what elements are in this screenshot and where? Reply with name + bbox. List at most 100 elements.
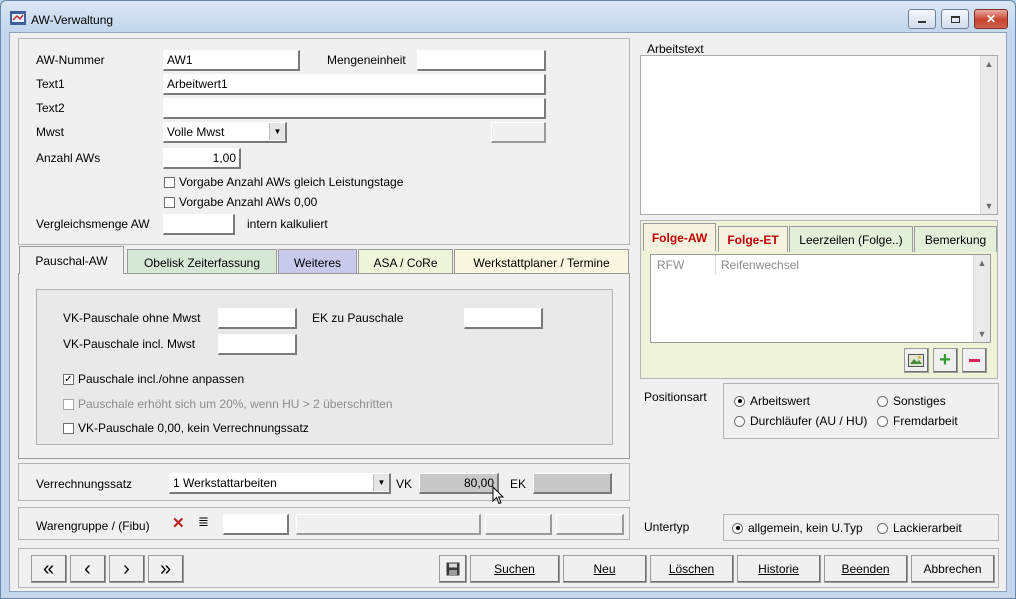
arbeitstext-scrollbar[interactable]: ▲ ▼ [980,56,997,214]
button-label: Löschen [668,561,715,576]
vk-ohne-input[interactable] [218,308,297,329]
checkbox-box[interactable]: ✓ [63,373,74,385]
radio-indicator[interactable] [877,415,888,427]
hu-checkbox: Pauschale erhöht sich um 20%, wenn HU > … [63,397,393,411]
radio-label: Sonstiges [893,394,946,408]
leistungstage-checkbox[interactable]: Vorgabe Anzahl AWs gleich Leistungstage [164,175,403,189]
abbrechen-button[interactable]: Abbrechen [911,555,995,583]
radio-indicator[interactable] [877,395,888,407]
fibu-field-2 [556,514,624,535]
tab-label: Werkstattplaner / Termine [473,255,610,270]
list-item[interactable]: RFW Reifenwechsel [651,255,971,274]
tab-leerzeilen[interactable]: Leerzeilen (Folge..) [789,226,913,252]
radio-sonstiges[interactable]: Sonstiges [877,394,946,408]
untertyp-group: allgemein, kein U.Typ Lackierarbeit [723,514,999,541]
next-record-button[interactable]: › [109,555,145,583]
folge-add-button[interactable]: + [933,348,958,373]
pauschal-group: VK-Pauschale ohne Mwst EK zu Pauschale V… [36,289,613,445]
chevron-left-icon: ‹ [84,557,91,580]
aw-nummer-input[interactable]: AW1 [163,50,300,71]
close-button[interactable]: ✕ [974,9,1008,29]
folge-panel: Folge-AW Folge-ET Leerzeilen (Folge..) B… [640,220,998,379]
tab-pauschal-aw[interactable]: Pauschal-AW [19,246,124,274]
anzahl-input[interactable]: 1,00 [163,148,241,169]
radio-lackierarbeit[interactable]: Lackierarbeit [877,521,962,535]
vk-null-checkbox[interactable]: VK-Pauschale 0,00, kein Verrechnungssatz [63,421,309,435]
scroll-up-icon[interactable]: ▲ [981,56,997,72]
vk-value-field: 80,00 [419,473,499,494]
radio-label: Fremdarbeit [893,414,958,428]
radio-indicator[interactable] [734,415,745,427]
folge-list[interactable]: RFW Reifenwechsel ▲ ▼ [650,254,991,343]
leistungstage-label: Vorgabe Anzahl AWs gleich Leistungstage [179,175,404,189]
verrechnung-panel: Verrechnungssatz 1 Werkstattarbeiten ▼ V… [18,463,630,505]
maximize-button[interactable] [941,9,969,29]
radio-fremdarbeit[interactable]: Fremdarbeit [877,414,958,428]
scroll-down-icon[interactable]: ▼ [974,326,990,342]
first-record-button[interactable]: « [31,555,67,583]
tab-obelisk-zeiterfassung[interactable]: Obelisk Zeiterfassung [127,249,277,275]
loeschen-button[interactable]: Löschen [650,555,734,583]
suchen-button[interactable]: Suchen [470,555,560,583]
vk-incl-input[interactable] [218,334,297,355]
radio-allgemein[interactable]: allgemein, kein U.Typ [732,521,863,535]
mengeneinheit-input[interactable] [417,50,546,71]
folge-remove-button[interactable] [962,348,987,373]
folge-scrollbar[interactable]: ▲ ▼ [973,255,990,342]
aw-nummer-label: AW-Nummer [36,53,105,67]
minimize-button[interactable] [908,9,936,29]
ek-label: EK [510,477,527,491]
anzahl-label: Anzahl AWs [36,151,101,165]
image-icon [908,353,924,367]
close-icon: ✕ [985,12,997,26]
radio-label: Durchläufer (AU / HU) [750,414,868,428]
verrechnung-value: 1 Werkstattarbeiten [173,476,277,490]
historie-button[interactable]: Historie [737,555,821,583]
delete-icon[interactable]: ✕ [172,514,185,532]
anpassen-label: Pauschale incl./ohne anpassen [78,372,245,386]
chevron-down-icon[interactable]: ▼ [373,474,389,491]
checkbox-box[interactable] [164,196,175,208]
mwst-select[interactable]: Volle Mwst ▼ [163,122,287,143]
list-icon[interactable]: ≣ [198,514,209,530]
anzahl-null-checkbox[interactable]: Vorgabe Anzahl AWs 0,00 [164,195,317,209]
arbeitstext-area[interactable] [640,55,998,215]
chevron-down-icon[interactable]: ▼ [269,123,285,140]
tab-folge-aw[interactable]: Folge-AW [643,223,716,251]
vk-label: VK [396,477,413,491]
neu-button[interactable]: Neu [563,555,647,583]
tab-asa-core[interactable]: ASA / CoRe [358,249,453,275]
scroll-up-icon[interactable]: ▲ [974,255,990,271]
tab-werkstattplaner[interactable]: Werkstattplaner / Termine [454,249,629,275]
vergleich-label: Vergleichsmenge AW [36,217,150,231]
warengruppe-panel: Warengruppe / (Fibu) ✕ ≣ [18,507,630,540]
checkbox-box[interactable] [164,176,175,188]
anpassen-checkbox[interactable]: ✓ Pauschale incl./ohne anpassen [63,372,244,386]
radio-indicator[interactable] [732,522,743,534]
tab-bemerkung[interactable]: Bemerkung [914,226,997,252]
untertyp-label: Untertyp [644,520,690,534]
ek-pauschale-input[interactable] [464,308,543,329]
prev-record-button[interactable]: ‹ [70,555,106,583]
vergleich-input[interactable] [163,214,235,235]
radio-indicator[interactable] [734,395,745,407]
warengruppe-input[interactable] [223,514,289,535]
tab-folge-et[interactable]: Folge-ET [718,226,788,252]
text2-input[interactable] [163,98,546,119]
verrechnung-select[interactable]: 1 Werkstattarbeiten ▼ [169,473,391,494]
scroll-down-icon[interactable]: ▼ [981,198,997,214]
anzahl-null-label: Vorgabe Anzahl AWs 0,00 [179,195,318,209]
button-label: Abbrechen [923,561,982,576]
last-record-button[interactable]: » [148,555,184,583]
radio-durchlaeufer[interactable]: Durchläufer (AU / HU) [734,414,867,428]
radio-arbeitswert[interactable]: Arbeitswert [734,394,810,408]
tab-label: Leerzeilen (Folge..) [799,232,903,247]
beenden-button[interactable]: Beenden [824,555,908,583]
text1-input[interactable]: Arbeitwert1 [163,74,546,95]
save-button[interactable] [439,555,467,583]
checkbox-box[interactable] [63,422,74,434]
tab-weiteres[interactable]: Weiteres [278,249,357,275]
radio-indicator[interactable] [877,522,888,534]
vk-null-label: VK-Pauschale 0,00, kein Verrechnungssatz [78,421,309,435]
folge-image-button[interactable] [904,348,929,373]
